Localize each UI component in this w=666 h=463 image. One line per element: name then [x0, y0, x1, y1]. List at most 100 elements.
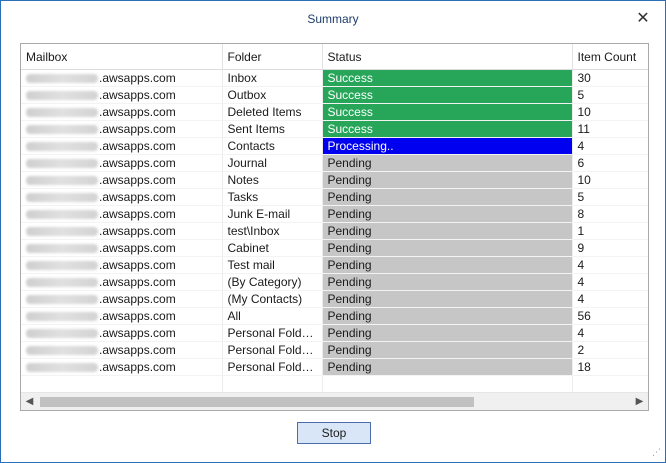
mailbox-domain: .awsapps.com — [99, 105, 176, 119]
resize-grip-icon[interactable]: ⋰ — [651, 448, 661, 458]
cell-folder: Sent Items — [222, 120, 323, 138]
table-body: .awsapps.com Inbox Success 30 .awsapps.com Ou… — [21, 69, 648, 393]
table-row[interactable]: .awsapps.com Personal Folder... Pending 18 — [21, 358, 648, 376]
cell-status: Success — [322, 69, 573, 87]
table-row[interactable]: .awsapps.com Inbox Success 30 — [21, 69, 648, 87]
cell-mailbox: .awsapps.com — [21, 205, 223, 223]
table-row[interactable]: .awsapps.com Personal Folder... Pending 4 — [21, 324, 648, 342]
redacted-mailbox-prefix — [26, 210, 98, 220]
cell-status: Pending — [322, 290, 573, 308]
cell-mailbox: .awsapps.com — [21, 69, 223, 87]
cell-mailbox: .awsapps.com — [21, 188, 223, 206]
cell-mailbox: .awsapps.com — [21, 171, 223, 189]
cell-folder: test\Inbox — [222, 222, 323, 240]
cell-item-count: 4 — [572, 324, 648, 342]
cell-mailbox: .awsapps.com — [21, 137, 223, 155]
cell-folder: Deleted Items — [222, 103, 323, 121]
redacted-mailbox-prefix — [26, 142, 98, 152]
table-row[interactable]: .awsapps.com Contacts Processing.. 4 — [21, 137, 648, 155]
empty-cell — [322, 375, 573, 393]
cell-item-count: 2 — [572, 341, 648, 359]
redacted-mailbox-prefix — [26, 329, 98, 339]
table-row[interactable]: .awsapps.com Sent Items Success 11 — [21, 120, 648, 138]
redacted-mailbox-prefix — [26, 227, 98, 237]
table-row[interactable]: .awsapps.com test\Inbox Pending 1 — [21, 222, 648, 240]
redacted-mailbox-prefix — [26, 295, 98, 305]
cell-status: Pending — [322, 307, 573, 325]
stop-button[interactable]: Stop — [297, 422, 371, 444]
close-icon[interactable]: ✕ — [634, 9, 652, 27]
cell-item-count: 11 — [572, 120, 648, 138]
cell-status: Success — [322, 86, 573, 104]
chevron-left-icon[interactable]: ◀ — [21, 393, 38, 410]
cell-item-count: 4 — [572, 137, 648, 155]
cell-folder: (By Category) — [222, 273, 323, 291]
mailbox-domain: .awsapps.com — [99, 326, 176, 340]
empty-cell — [222, 375, 323, 393]
mailbox-domain: .awsapps.com — [99, 88, 176, 102]
cell-status: Pending — [322, 205, 573, 223]
cell-status: Pending — [322, 256, 573, 274]
table-row[interactable]: .awsapps.com (By Category) Pending 4 — [21, 273, 648, 291]
table-row[interactable]: .awsapps.com Test mail Pending 4 — [21, 256, 648, 274]
table-row[interactable]: .awsapps.com Deleted Items Success 10 — [21, 103, 648, 121]
column-header-mailbox[interactable]: Mailbox — [21, 44, 223, 70]
table-row[interactable]: .awsapps.com Journal Pending 6 — [21, 154, 648, 172]
cell-folder: Test mail — [222, 256, 323, 274]
redacted-mailbox-prefix — [26, 91, 98, 101]
mailbox-domain: .awsapps.com — [99, 309, 176, 323]
cell-mailbox: .awsapps.com — [21, 86, 223, 104]
empty-cell — [21, 375, 223, 393]
cell-mailbox: .awsapps.com — [21, 239, 223, 257]
cell-item-count: 4 — [572, 290, 648, 308]
cell-item-count: 56 — [572, 307, 648, 325]
cell-status: Success — [322, 120, 573, 138]
redacted-mailbox-prefix — [26, 346, 98, 356]
table-row[interactable]: .awsapps.com Cabinet Pending 9 — [21, 239, 648, 257]
cell-folder: All — [222, 307, 323, 325]
dialog-title: Summary — [307, 12, 359, 26]
cell-mailbox: .awsapps.com — [21, 154, 223, 172]
redacted-mailbox-prefix — [26, 176, 98, 186]
redacted-mailbox-prefix — [26, 312, 98, 322]
table-row[interactable]: .awsapps.com All Pending 56 — [21, 307, 648, 325]
cell-mailbox: .awsapps.com — [21, 341, 223, 359]
summary-grid[interactable]: Mailbox Folder Status Item Count .awsapp… — [20, 43, 649, 411]
table-row[interactable]: .awsapps.com Outbox Success 5 — [21, 86, 648, 104]
cell-folder: Personal Folder... — [222, 358, 323, 376]
column-header-item-count[interactable]: Item Count — [572, 44, 648, 70]
cell-mailbox: .awsapps.com — [21, 290, 223, 308]
empty-cell — [572, 375, 648, 393]
cell-mailbox: .awsapps.com — [21, 307, 223, 325]
table-row[interactable]: .awsapps.com Personal Folder... Pending 2 — [21, 341, 648, 359]
redacted-mailbox-prefix — [26, 159, 98, 169]
table-row[interactable]: .awsapps.com Junk E-mail Pending 8 — [21, 205, 648, 223]
redacted-mailbox-prefix — [26, 193, 98, 203]
cell-status: Pending — [322, 273, 573, 291]
table-row[interactable]: .awsapps.com Tasks Pending 5 — [21, 188, 648, 206]
mailbox-domain: .awsapps.com — [99, 173, 176, 187]
cell-item-count: 4 — [572, 273, 648, 291]
table-row[interactable]: .awsapps.com Notes Pending 10 — [21, 171, 648, 189]
cell-item-count: 30 — [572, 69, 648, 87]
cell-item-count: 5 — [572, 86, 648, 104]
chevron-right-icon[interactable]: ▶ — [631, 393, 648, 410]
horizontal-scrollbar[interactable]: ◀ ▶ — [21, 392, 648, 410]
cell-status: Pending — [322, 239, 573, 257]
cell-status: Success — [322, 103, 573, 121]
mailbox-domain: .awsapps.com — [99, 139, 176, 153]
header-row: Mailbox Folder Status Item Count — [21, 44, 648, 70]
cell-status: Pending — [322, 154, 573, 172]
column-header-status[interactable]: Status — [322, 44, 573, 70]
cell-item-count: 4 — [572, 256, 648, 274]
column-header-folder[interactable]: Folder — [222, 44, 323, 70]
scrollbar-thumb[interactable] — [40, 397, 474, 407]
table-row[interactable]: .awsapps.com (My Contacts) Pending 4 — [21, 290, 648, 308]
mailbox-domain: .awsapps.com — [99, 71, 176, 85]
redacted-mailbox-prefix — [26, 108, 98, 118]
cell-folder: Personal Folder... — [222, 324, 323, 342]
cell-item-count: 9 — [572, 239, 648, 257]
cell-mailbox: .awsapps.com — [21, 103, 223, 121]
cell-folder: Inbox — [222, 69, 323, 87]
cell-item-count: 18 — [572, 358, 648, 376]
